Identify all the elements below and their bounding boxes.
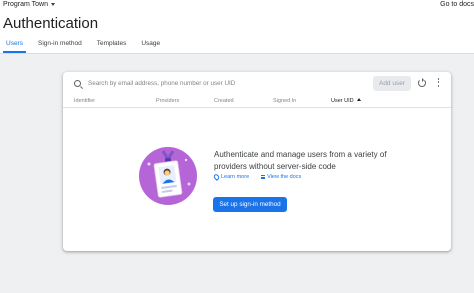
refresh-icon[interactable] — [418, 78, 426, 87]
go-to-docs-link[interactable]: Go to docs — [440, 1, 474, 8]
set-up-sign-in-method-button[interactable]: Set up sign-in method — [213, 197, 287, 212]
tab-templates[interactable]: Templates — [94, 39, 130, 53]
page-header: Authentication Users Sign-in method Temp… — [0, 12, 474, 54]
empty-state-links: Learn more View the docs — [212, 173, 301, 181]
add-user-button[interactable]: Add user — [373, 76, 411, 91]
project-selector[interactable]: Program Town — [3, 1, 56, 8]
view-docs-label: View the docs — [267, 174, 302, 180]
table-header: Identifier Providers Created Signed In U… — [63, 95, 451, 108]
column-signed-in[interactable]: Signed In — [273, 98, 296, 104]
column-user-uid-label: User UID — [331, 98, 354, 104]
users-card: Add user Identifier Providers Created Si… — [63, 72, 451, 251]
learn-more-link[interactable]: Learn more — [212, 173, 250, 181]
search-input[interactable] — [88, 78, 348, 89]
empty-state-title: Authenticate and manage users from a var… — [214, 150, 387, 171]
search-toolbar: Add user — [63, 72, 451, 95]
page-title: Authentication — [3, 15, 99, 32]
view-docs-link[interactable]: View the docs — [261, 174, 301, 180]
column-user-uid[interactable]: User UID — [331, 98, 361, 104]
column-created[interactable]: Created — [214, 98, 234, 104]
tab-sign-in-method[interactable]: Sign-in method — [35, 39, 85, 53]
column-providers[interactable]: Providers — [156, 98, 179, 104]
chevron-down-icon — [51, 3, 56, 6]
project-name: Program Town — [3, 1, 49, 8]
sort-arrow-icon — [356, 98, 361, 102]
top-bar: Program Town Go to docs — [0, 0, 474, 12]
column-identifier[interactable]: Identifier — [74, 98, 95, 104]
tab-usage[interactable]: Usage — [138, 39, 163, 53]
more-vert-icon[interactable] — [437, 78, 440, 89]
search-icon — [74, 80, 81, 87]
learn-more-label: Learn more — [221, 174, 250, 180]
location-pin-icon — [212, 173, 221, 181]
id-badge-illustration — [139, 147, 197, 205]
document-icon — [261, 175, 266, 179]
tab-bar: Users Sign-in method Templates Usage — [0, 39, 169, 53]
tab-users[interactable]: Users — [3, 39, 26, 53]
